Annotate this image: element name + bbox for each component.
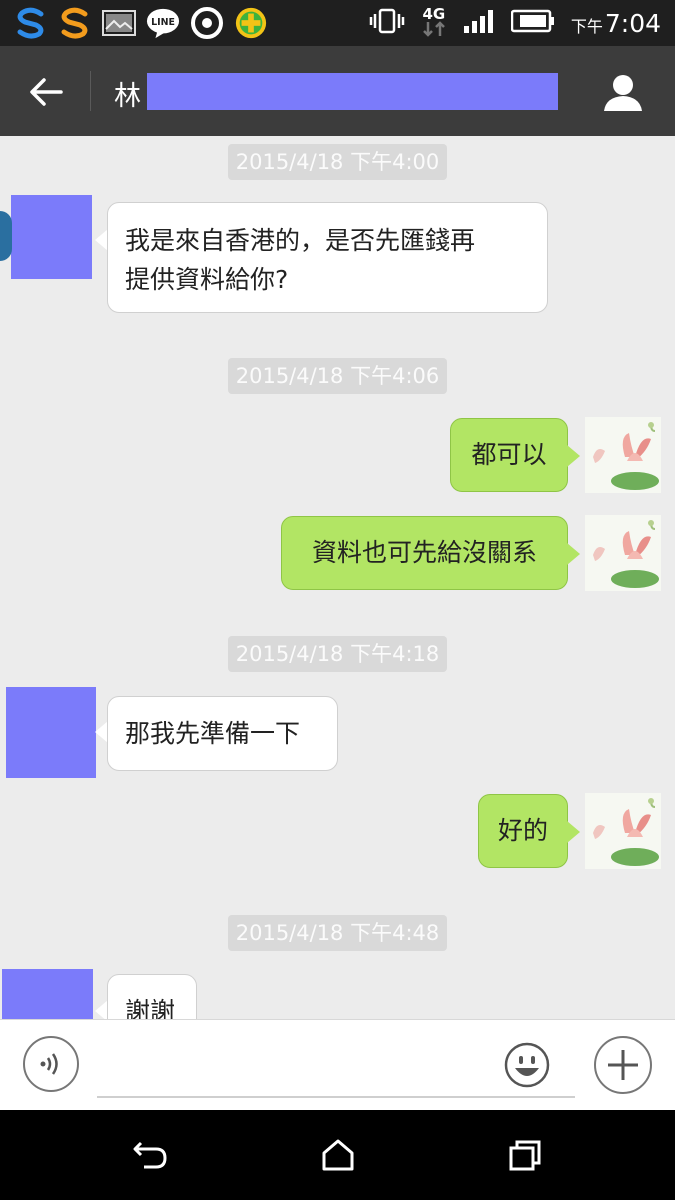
message-text: 好的: [497, 816, 548, 845]
bubble-tail: [567, 543, 580, 565]
line-app-icon: LINE: [146, 6, 180, 40]
outgoing-message-bubble[interactable]: 好的: [478, 794, 568, 868]
message-text-line: 我是來自香港的，是否先匯錢再: [125, 226, 476, 255]
contact-name-redaction: [147, 73, 558, 110]
nav-back-button[interactable]: [125, 1132, 175, 1178]
outgoing-message-bubble[interactable]: 都可以: [450, 418, 568, 492]
bubble-tail: [567, 445, 580, 467]
system-nav-bar: [0, 1110, 675, 1200]
my-avatar-lotus[interactable]: [585, 417, 661, 493]
message-timestamp: 2015/4/18 下午4:48: [228, 915, 447, 951]
back-button[interactable]: [22, 68, 70, 116]
nav-recents-icon: [509, 1140, 541, 1171]
message-text: 資料也可先給沒關系: [311, 538, 537, 567]
message-text: 都可以: [471, 440, 547, 469]
clock-time: 7:04: [604, 8, 661, 38]
back-arrow-icon: [30, 78, 63, 106]
nav-home-icon: [322, 1139, 354, 1171]
message-input-bar: [0, 1019, 675, 1110]
target-notification-icon: [190, 6, 224, 40]
clock-period: 下午: [570, 16, 603, 36]
my-avatar-lotus[interactable]: [585, 793, 661, 869]
emoji-button[interactable]: [504, 1042, 550, 1088]
vibrate-icon: [369, 8, 405, 38]
header-divider: [90, 71, 91, 111]
plus-icon: [608, 1050, 638, 1080]
outgoing-message-bubble[interactable]: 資料也可先給沒關系: [281, 516, 568, 590]
status-bar: LINE 4G 下午 7:04: [0, 0, 675, 46]
incoming-message-bubble[interactable]: 謝謝: [107, 974, 197, 1019]
emoji-icon: [504, 1042, 550, 1088]
message-timestamp: 2015/4/18 下午4:00: [228, 144, 447, 180]
system-status: 4G 下午 7:04: [369, 0, 661, 46]
network-4g-icon: 4G: [421, 7, 447, 39]
gallery-notification-icon: [102, 6, 136, 40]
s-app-icon-blue: [14, 6, 48, 40]
voice-icon: [40, 1053, 58, 1075]
nav-recents-button[interactable]: [500, 1132, 550, 1178]
nav-home-button[interactable]: [313, 1132, 363, 1178]
plus-app-icon: [234, 6, 268, 40]
attach-button[interactable]: [594, 1036, 652, 1094]
my-avatar-lotus[interactable]: [585, 515, 661, 591]
contact-name: 林: [114, 81, 141, 112]
contact-avatar-edge: [0, 211, 12, 261]
line-app-label: LINE: [151, 17, 175, 28]
message-text-line: 提供資料給你?: [125, 265, 289, 294]
message-text: 那我先準備一下: [125, 719, 301, 748]
battery-icon: [510, 9, 555, 37]
contact-avatar-redacted[interactable]: [6, 687, 96, 778]
profile-button[interactable]: [598, 70, 648, 116]
notification-icons: LINE: [14, 6, 268, 40]
signal-icon: [463, 8, 495, 38]
voice-button[interactable]: [23, 1036, 79, 1092]
incoming-message-bubble[interactable]: 那我先準備一下: [107, 696, 338, 771]
nav-back-icon: [133, 1141, 167, 1169]
message-text: 謝謝: [125, 997, 176, 1019]
message-list[interactable]: 2015/4/18 下午4:00 我是來自香港的，是否先匯錢再 提供資料給你? …: [0, 136, 675, 1019]
clock: 下午 7:04: [571, 9, 661, 38]
message-timestamp: 2015/4/18 下午4:18: [228, 636, 447, 672]
s-app-icon-orange: [58, 6, 92, 40]
contact-avatar-redacted[interactable]: [2, 969, 93, 1019]
message-timestamp: 2015/4/18 下午4:06: [228, 358, 447, 394]
contact-avatar-redacted[interactable]: [11, 195, 92, 279]
network-label: 4G: [422, 5, 446, 23]
chat-header: 林: [0, 46, 675, 136]
profile-icon: [604, 75, 642, 111]
incoming-message-bubble[interactable]: 我是來自香港的，是否先匯錢再 提供資料給你?: [107, 202, 548, 313]
bubble-tail: [567, 821, 580, 843]
